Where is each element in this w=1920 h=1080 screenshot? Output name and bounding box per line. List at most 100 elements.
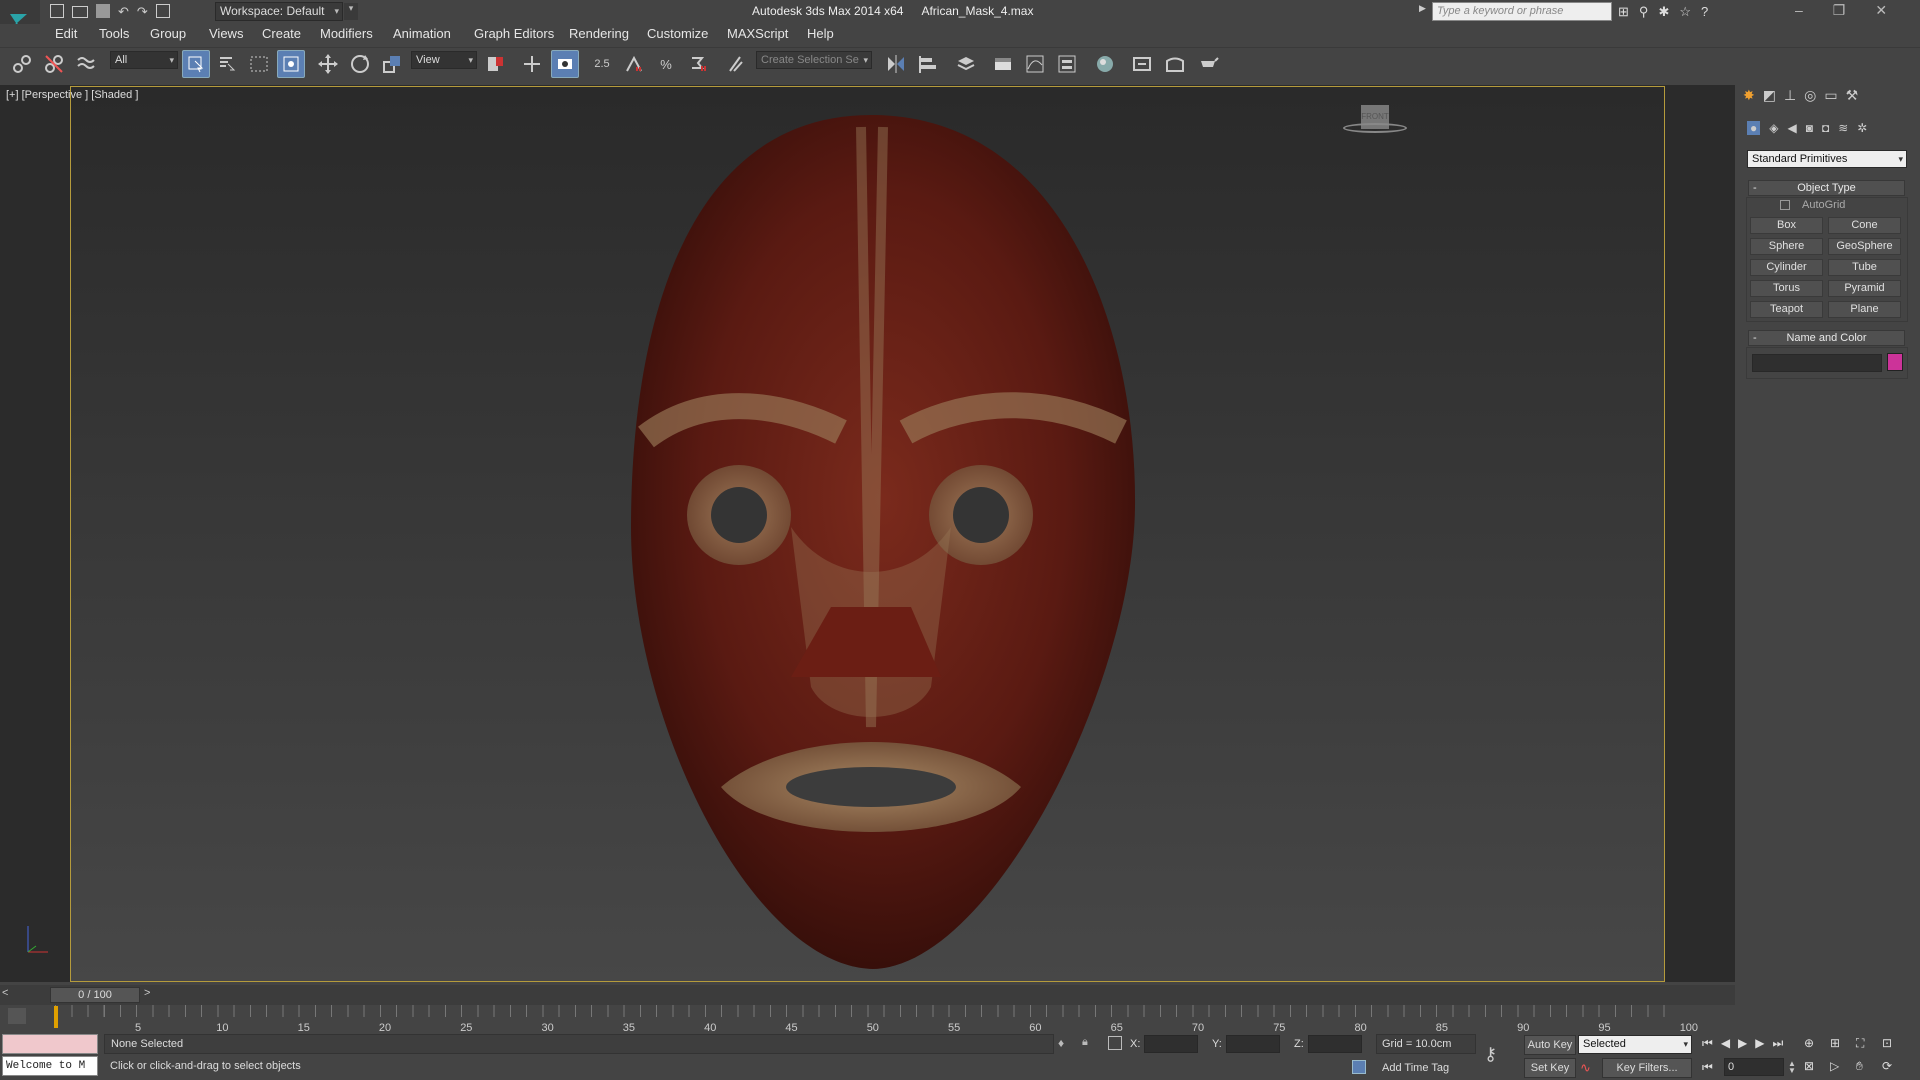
undo-icon[interactable]: ↶ xyxy=(118,4,129,20)
sphere-button[interactable]: Sphere xyxy=(1750,238,1823,255)
x-coordinate-field[interactable] xyxy=(1144,1035,1198,1053)
cylinder-button[interactable]: Cylinder xyxy=(1750,259,1823,276)
motion-tab-icon[interactable]: ◎ xyxy=(1804,87,1816,104)
z-coordinate-field[interactable] xyxy=(1308,1035,1362,1053)
object-color-swatch[interactable] xyxy=(1887,353,1903,371)
rendered-frame-window-icon[interactable] xyxy=(1161,50,1189,78)
workspace-dropdown[interactable]: Workspace: Default ▾ xyxy=(215,2,343,21)
rectangular-selection-icon[interactable] xyxy=(245,50,273,78)
zoom-icon[interactable]: ⊕ xyxy=(1804,1036,1830,1051)
mirror-icon[interactable] xyxy=(882,50,910,78)
absolute-mode-icon[interactable] xyxy=(1108,1036,1122,1050)
window-crossing-icon[interactable] xyxy=(277,50,305,78)
select-and-manipulate-icon[interactable] xyxy=(518,50,546,78)
close-icon[interactable]: ✕ xyxy=(1875,2,1887,19)
orbit-icon[interactable]: ⟳ xyxy=(1882,1059,1908,1074)
layer-manager-icon[interactable] xyxy=(952,50,980,78)
cameras-icon[interactable]: ◙ xyxy=(1806,121,1813,135)
subscription-icon[interactable]: ⚲ xyxy=(1639,4,1649,20)
pyramid-button[interactable]: Pyramid xyxy=(1828,280,1901,297)
next-frame-icon[interactable]: ▶ xyxy=(1755,1036,1764,1051)
communication-icon[interactable]: ✱ xyxy=(1658,4,1669,20)
edit-named-selection-icon[interactable] xyxy=(722,50,750,78)
open-file-icon[interactable] xyxy=(72,6,88,18)
isolate-selection-icon[interactable]: ♦ xyxy=(1058,1036,1064,1050)
save-file-icon[interactable] xyxy=(96,4,110,18)
add-time-tag[interactable]: Add Time Tag xyxy=(1382,1062,1449,1074)
bind-space-warp-icon[interactable] xyxy=(72,50,100,78)
object-name-field[interactable] xyxy=(1752,354,1882,372)
pan-view-icon[interactable]: ✋︎ xyxy=(1856,1059,1882,1074)
go-to-end-icon[interactable]: ⏭ xyxy=(1773,1036,1784,1051)
hierarchy-tab-icon[interactable]: ⊥ xyxy=(1784,87,1796,104)
menu-rendering[interactable]: Rendering xyxy=(569,26,629,41)
select-and-scale-icon[interactable] xyxy=(378,50,406,78)
curve-editor-icon[interactable] xyxy=(1021,50,1049,78)
new-file-icon[interactable] xyxy=(50,4,64,18)
qat-customize-icon[interactable]: ▾ xyxy=(344,3,358,20)
display-tab-icon[interactable]: ▭ xyxy=(1824,87,1837,104)
helpers-icon[interactable]: ◘ xyxy=(1822,121,1829,135)
time-slider-prev-icon[interactable]: < xyxy=(2,987,8,999)
viewport-label[interactable]: [+] [Perspective ] [Shaded ] xyxy=(6,89,138,101)
time-slider-next-icon[interactable]: > xyxy=(144,987,150,999)
zoom-all-icon[interactable]: ⊞ xyxy=(1830,1036,1856,1051)
render-setup-icon[interactable] xyxy=(1128,50,1156,78)
key-mode-toggle-icon[interactable]: ⏮ xyxy=(1702,1060,1713,1075)
select-by-name-icon[interactable] xyxy=(213,50,241,78)
tube-button[interactable]: Tube xyxy=(1828,259,1901,276)
spinner-snap-icon[interactable] xyxy=(684,50,712,78)
viewcube-ring[interactable] xyxy=(1343,123,1407,133)
time-slider-thumb[interactable]: 0 / 100 xyxy=(50,987,140,1003)
geometry-icon[interactable]: ● xyxy=(1747,121,1761,135)
lights-icon[interactable]: ◀ xyxy=(1787,121,1796,135)
menu-maxscript[interactable]: MAXScript xyxy=(727,26,788,41)
render-production-icon[interactable] xyxy=(1194,50,1222,78)
cone-button[interactable]: Cone xyxy=(1828,217,1901,234)
name-color-rollout-header[interactable]: - Name and Color xyxy=(1748,330,1905,346)
current-frame-field[interactable]: 0 xyxy=(1724,1058,1784,1076)
menu-edit[interactable]: Edit xyxy=(55,26,77,41)
selection-filter-dropdown[interactable]: All ▾ xyxy=(110,51,178,69)
graphite-ribbon-icon[interactable] xyxy=(989,50,1017,78)
favorites-icon[interactable]: ☆ xyxy=(1679,4,1691,20)
binoculars-icon[interactable]: ⊞ xyxy=(1618,4,1629,20)
project-folder-icon[interactable] xyxy=(155,4,170,18)
restore-icon[interactable]: ❐ xyxy=(1833,2,1846,19)
utilities-tab-icon[interactable]: ⚒ xyxy=(1846,87,1859,104)
menu-customize[interactable]: Customize xyxy=(647,26,708,41)
maxscript-listener-output[interactable] xyxy=(2,1034,98,1054)
maxscript-listener-input[interactable]: Welcome to M xyxy=(2,1056,98,1076)
material-editor-icon[interactable] xyxy=(1091,50,1119,78)
align-icon[interactable] xyxy=(914,50,942,78)
key-filters-button[interactable]: Key Filters... xyxy=(1602,1058,1692,1078)
modify-tab-icon[interactable]: ◩ xyxy=(1763,87,1776,104)
select-and-move-icon[interactable] xyxy=(314,50,342,78)
geosphere-button[interactable]: GeoSphere xyxy=(1828,238,1901,255)
select-and-rotate-icon[interactable] xyxy=(346,50,374,78)
time-configuration-icon[interactable]: ⊠ xyxy=(1804,1059,1830,1074)
box-button[interactable]: Box xyxy=(1750,217,1823,234)
unlink-selection-icon[interactable] xyxy=(40,50,68,78)
percent-snap-icon[interactable]: % xyxy=(652,50,680,78)
snaps-toggle-icon[interactable]: 2.5 xyxy=(588,50,616,78)
reference-coordinate-dropdown[interactable]: View ▾ xyxy=(411,51,477,69)
select-object-icon[interactable] xyxy=(182,50,210,78)
menu-group[interactable]: Group xyxy=(150,26,186,41)
space-warps-icon[interactable]: ≋ xyxy=(1838,121,1848,135)
named-selection-sets-dropdown[interactable]: Create Selection Se ▾ xyxy=(756,51,872,69)
keyboard-shortcut-override-icon[interactable] xyxy=(551,50,579,78)
redo-icon[interactable]: ↷ xyxy=(137,4,148,20)
minimize-icon[interactable]: – xyxy=(1795,2,1803,19)
angle-snap-icon[interactable] xyxy=(620,50,648,78)
current-time-marker[interactable] xyxy=(54,1006,58,1028)
current-frame-spinner[interactable]: ▲ ▼ xyxy=(1788,1060,1800,1075)
time-tag-icon[interactable] xyxy=(1352,1060,1366,1074)
menu-animation[interactable]: Animation xyxy=(393,26,451,41)
create-tab-icon[interactable]: ✸ xyxy=(1743,87,1755,104)
menu-create[interactable]: Create xyxy=(262,26,301,41)
menu-modifiers[interactable]: Modifiers xyxy=(320,26,373,41)
menu-help[interactable]: Help xyxy=(807,26,834,41)
perspective-viewport[interactable]: FRONT xyxy=(70,86,1665,982)
go-to-start-icon[interactable]: ⏮ xyxy=(1702,1036,1713,1051)
